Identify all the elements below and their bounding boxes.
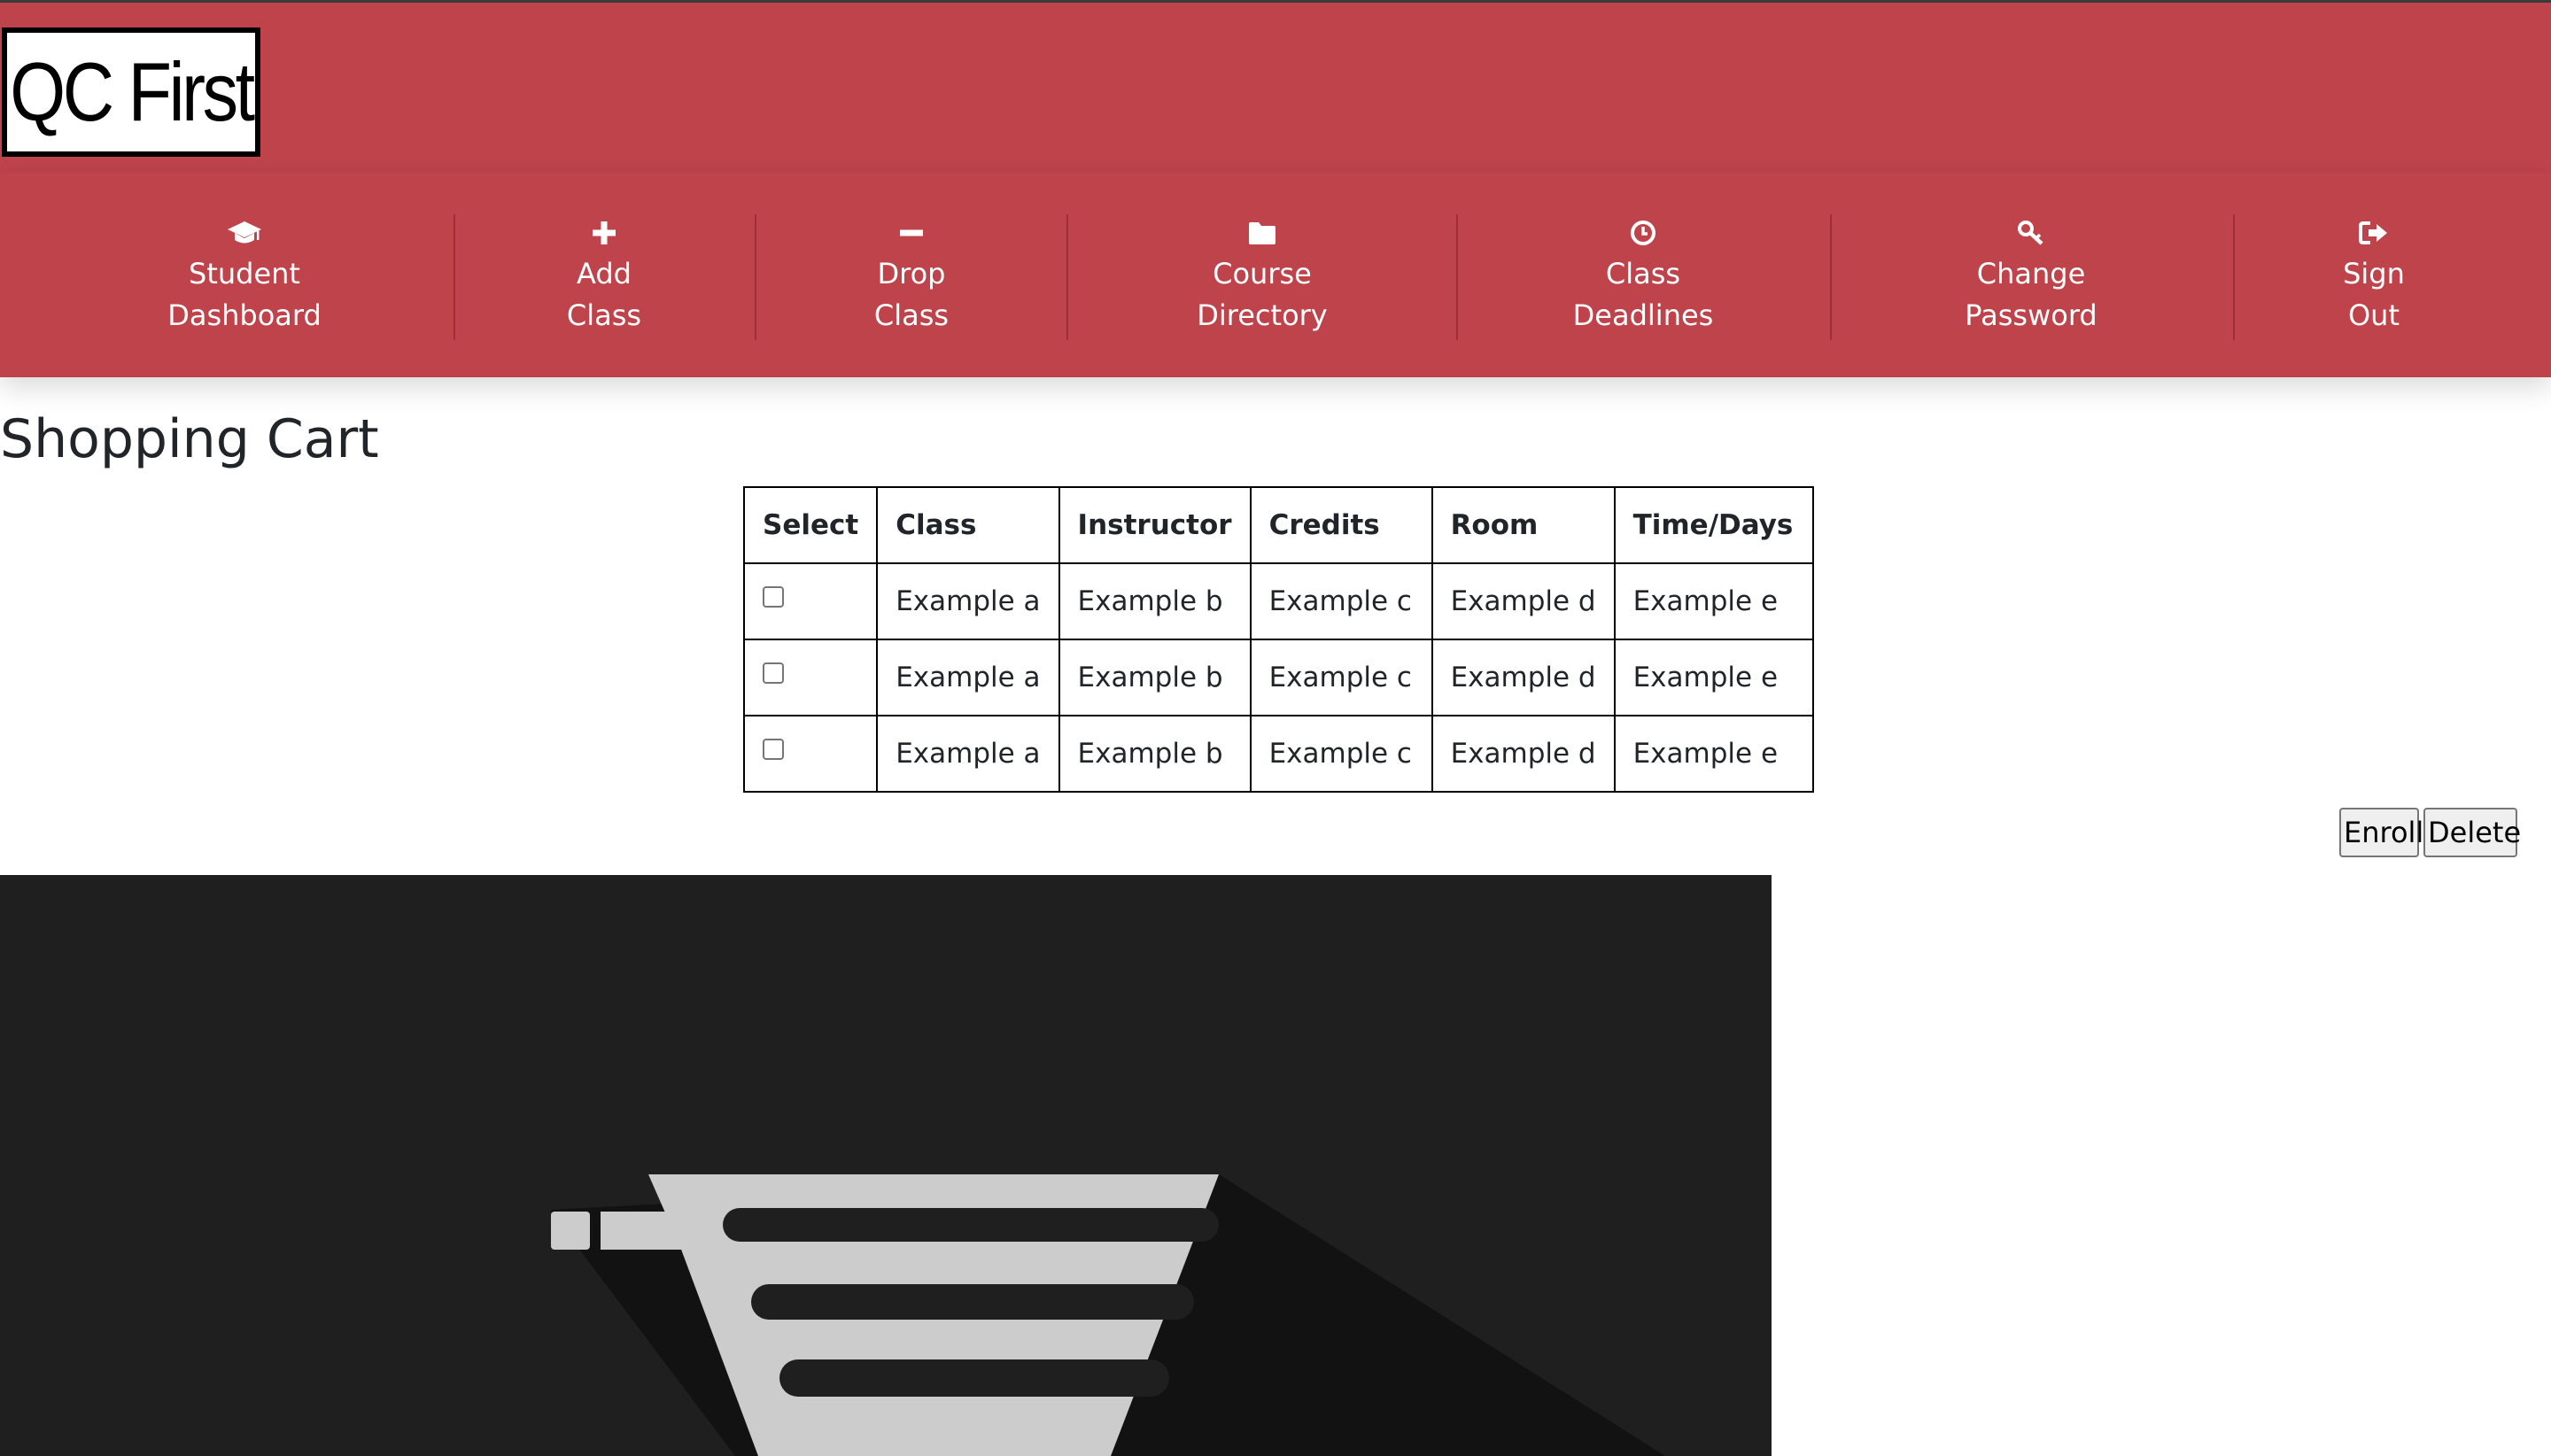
nav-item-change-password[interactable]: Change Password — [1942, 174, 2120, 377]
column-header-select: Select — [742, 486, 879, 564]
credits-cell: Example c — [1249, 562, 1433, 640]
nav-label-student-dashboard: Student Dashboard — [167, 257, 322, 332]
enroll-button[interactable]: Enroll — [2339, 808, 2423, 857]
select-cell — [742, 715, 879, 793]
logo-text: QC First — [10, 45, 255, 138]
row-select-checkbox[interactable] — [763, 662, 784, 684]
room-cell: Example d — [1431, 562, 1616, 640]
shopping-cart-table: Select Class Instructor Credits Room Tim… — [742, 486, 1814, 793]
column-header-instructor: Instructor — [1058, 486, 1252, 564]
key-icon — [2013, 218, 2049, 248]
nav-divider — [1066, 214, 1068, 340]
nav-divider — [755, 214, 756, 340]
table-row: Example a Example b Example c Example d … — [742, 562, 1814, 640]
time-days-cell: Example e — [1613, 715, 1814, 793]
main-nav: Student Dashboard Add Class Drop Class C… — [0, 174, 2551, 377]
nav-divider — [1456, 214, 1458, 340]
class-cell: Example a — [876, 715, 1060, 793]
column-header-class: Class — [876, 486, 1060, 564]
clock-icon — [1625, 218, 1661, 248]
graduation-cap-icon — [227, 218, 262, 248]
time-days-cell: Example e — [1613, 639, 1814, 716]
nav-divider — [1830, 214, 1832, 340]
sign-out-icon — [2356, 218, 2392, 248]
nav-label-course-directory: Course Directory — [1197, 257, 1328, 332]
column-header-time-days: Time/Days — [1613, 486, 1814, 564]
nav-label-sign-out: Sign Out — [2343, 257, 2405, 332]
column-header-credits: Credits — [1249, 486, 1433, 564]
plus-icon — [586, 218, 622, 248]
table-header-row: Select Class Instructor Credits Room Tim… — [742, 486, 1814, 564]
table-row: Example a Example b Example c Example d … — [742, 715, 1814, 793]
instructor-cell: Example b — [1058, 562, 1252, 640]
room-cell: Example d — [1431, 715, 1616, 793]
row-select-checkbox[interactable] — [763, 738, 784, 760]
row-select-checkbox[interactable] — [763, 585, 784, 608]
nav-label-change-password: Change Password — [1965, 257, 2097, 332]
nav-item-drop-class[interactable]: Drop Class — [841, 174, 982, 377]
header-bar: QC First — [0, 0, 2551, 174]
class-cell: Example a — [876, 562, 1060, 640]
instructor-cell: Example b — [1058, 639, 1252, 716]
time-days-cell: Example e — [1613, 562, 1814, 640]
credits-cell: Example c — [1249, 639, 1433, 716]
column-header-room: Room — [1431, 486, 1616, 564]
nav-label-add-class: Add Class — [566, 257, 642, 332]
page-title: Shopping Cart — [0, 408, 379, 470]
shopping-cart-icon — [551, 1174, 1665, 1456]
nav-item-add-class[interactable]: Add Class — [533, 174, 675, 377]
folder-icon — [1244, 218, 1280, 248]
delete-button[interactable]: Delete — [2423, 808, 2521, 857]
instructor-cell: Example b — [1058, 715, 1252, 793]
nav-item-course-directory[interactable]: Course Directory — [1174, 174, 1351, 377]
nav-item-class-deadlines[interactable]: Class Deadlines — [1555, 174, 1732, 377]
nav-item-student-dashboard[interactable]: Student Dashboard — [156, 174, 333, 377]
site-logo[interactable]: QC First — [2, 27, 260, 157]
nav-divider — [2233, 214, 2235, 340]
select-cell — [742, 562, 879, 640]
room-cell: Example d — [1431, 639, 1616, 716]
nav-label-drop-class: Drop Class — [873, 257, 950, 332]
credits-cell: Example c — [1249, 715, 1433, 793]
nav-label-class-deadlines: Class Deadlines — [1572, 257, 1714, 332]
select-cell — [742, 639, 879, 716]
table-row: Example a Example b Example c Example d … — [742, 639, 1814, 716]
nav-divider — [454, 214, 455, 340]
nav-item-sign-out[interactable]: Sign Out — [2321, 174, 2427, 377]
class-cell: Example a — [876, 639, 1060, 716]
minus-icon — [894, 218, 929, 248]
shopping-cart-banner — [0, 875, 1772, 1456]
